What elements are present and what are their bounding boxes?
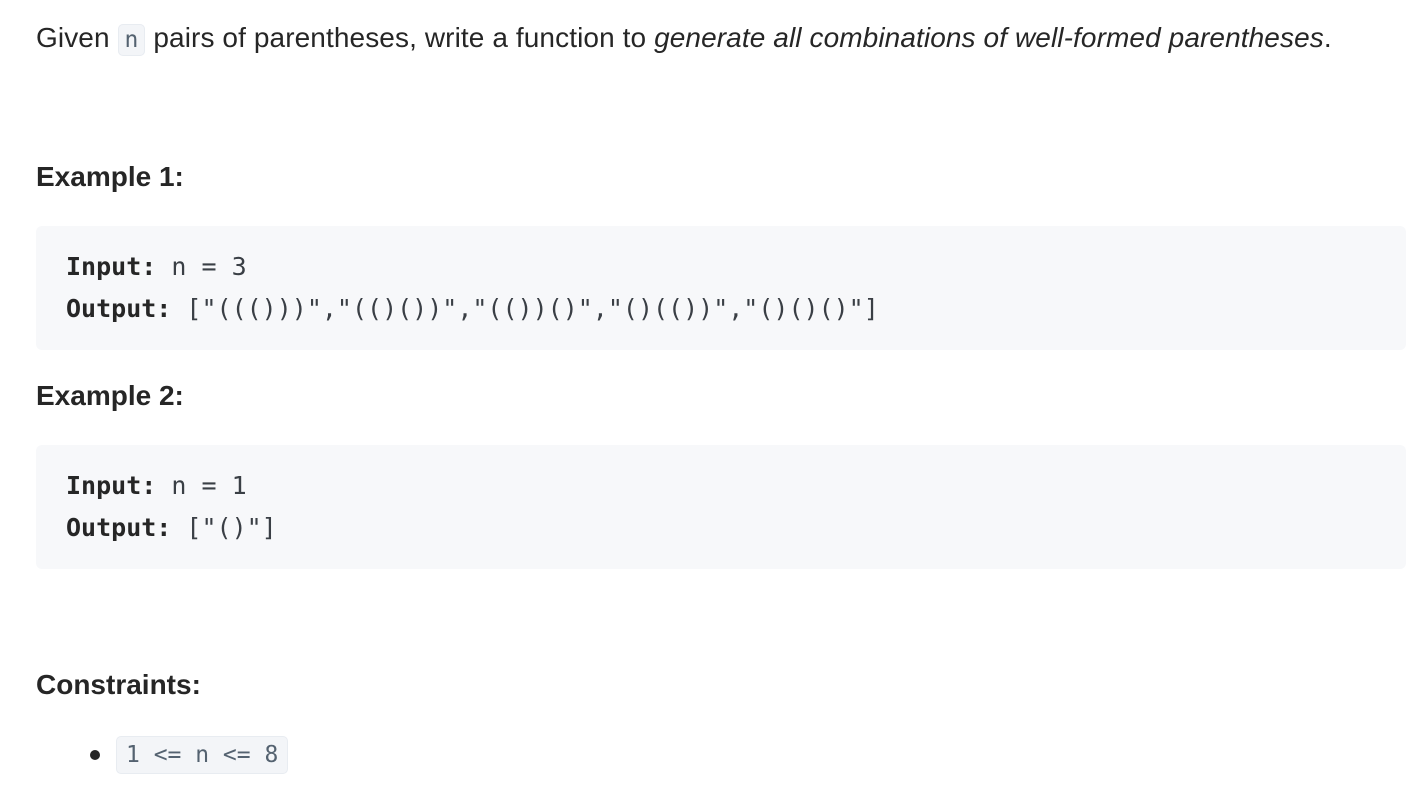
example-2-output-value: ["()"] [171, 513, 277, 542]
example-2-heading: Example 2: [36, 380, 184, 411]
description-prefix: Given [36, 22, 118, 53]
description-suffix: . [1323, 22, 1332, 53]
example-2-output-line: Output: ["()"] [66, 507, 1376, 549]
example-2-input-line: Input: n = 1 [66, 465, 1376, 507]
example-1-input-value: n = 3 [156, 252, 247, 281]
example-1-output-label: Output: [66, 294, 172, 323]
example-1-input-label: Input: [66, 252, 157, 281]
example-2-code-block: Input: n = 1 Output: ["()"] [36, 445, 1406, 569]
example-2-output-label: Output: [66, 513, 172, 542]
example-1-input-line: Input: n = 3 [66, 246, 1376, 288]
problem-description: Given n pairs of parentheses, write a fu… [36, 18, 1332, 60]
example-2-input-value: n = 1 [156, 471, 247, 500]
constraints-heading: Constraints: [36, 669, 201, 700]
example-1-output-value: ["((()))","(()())","(())()","()(())","()… [171, 294, 879, 323]
variable-n-code: n [117, 24, 146, 56]
example-1-heading: Example 1: [36, 161, 184, 192]
description-middle: pairs of parentheses, write a function t… [145, 22, 655, 53]
description-emphasis: generate all combinations of well-formed… [654, 22, 1324, 53]
constraint-item: 1 <= n <= 8 [116, 736, 289, 774]
example-1-code-block: Input: n = 3 Output: ["((()))","(()())",… [36, 226, 1406, 350]
example-1-output-line: Output: ["((()))","(()())","(())()","()(… [66, 288, 1376, 330]
bullet-icon [90, 750, 100, 760]
constraints-list: 1 <= n <= 8 [36, 736, 289, 774]
example-2-input-label: Input: [66, 471, 157, 500]
